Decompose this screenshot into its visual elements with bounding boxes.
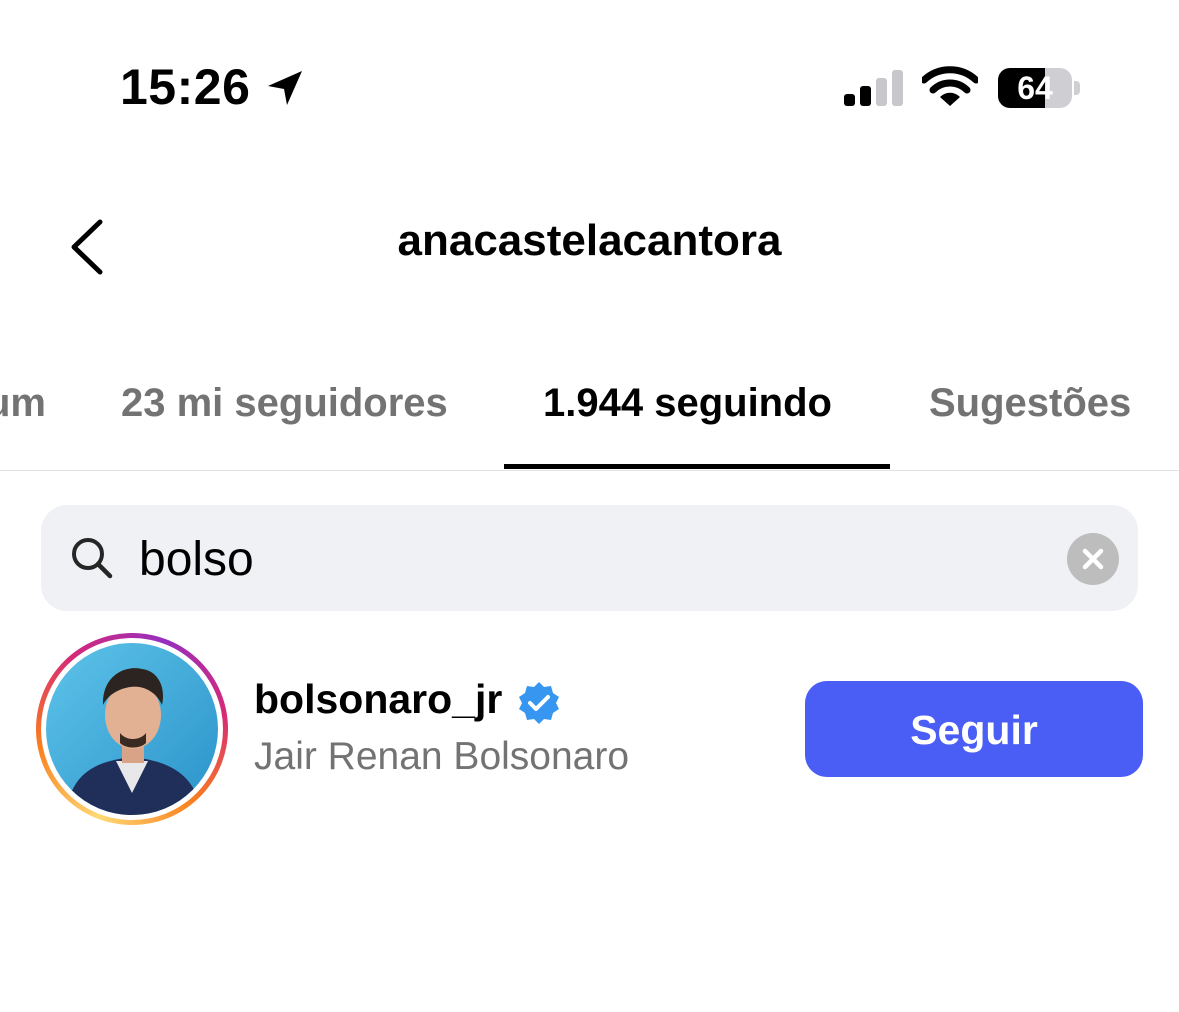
list-item[interactable]: bolsonaro_jr Jair Renan Bolsonaro Seguir [0, 630, 1179, 830]
active-tab-indicator [504, 464, 890, 469]
tab-followers[interactable]: 23 mi seguidores [121, 381, 448, 426]
follow-button[interactable]: Seguir [805, 681, 1143, 777]
page-title: anacastelacantora [397, 216, 782, 265]
avatar [46, 643, 218, 815]
wifi-icon [922, 66, 978, 106]
clear-icon [1082, 548, 1104, 570]
battery-icon: 64 [998, 68, 1082, 108]
search-icon [72, 538, 113, 579]
tab-suggestions[interactable]: Sugestões [929, 381, 1131, 426]
clear-search-button[interactable] [1067, 533, 1119, 585]
tab-partial[interactable]: um [0, 381, 46, 426]
tabs-divider [0, 470, 1179, 471]
cellular-signal-icon [844, 70, 903, 106]
search-input[interactable] [137, 525, 1021, 593]
status-time: 15:26 [120, 59, 251, 115]
full-name: Jair Renan Bolsonaro [254, 735, 630, 778]
search-bar [41, 505, 1138, 611]
username[interactable]: bolsonaro_jr [254, 676, 502, 723]
battery-body: 64 [998, 68, 1072, 108]
story-ring[interactable] [36, 633, 228, 825]
battery-percent: 64 [1017, 70, 1053, 106]
screen: 15:26 64 anacastelacantora um 23 mi segu… [0, 0, 1179, 1012]
tab-following[interactable]: 1.944 seguindo [543, 381, 832, 426]
battery-cap [1074, 81, 1080, 95]
location-arrow-icon [268, 71, 302, 105]
avatar-image [46, 643, 218, 815]
verified-badge-icon [519, 682, 559, 724]
